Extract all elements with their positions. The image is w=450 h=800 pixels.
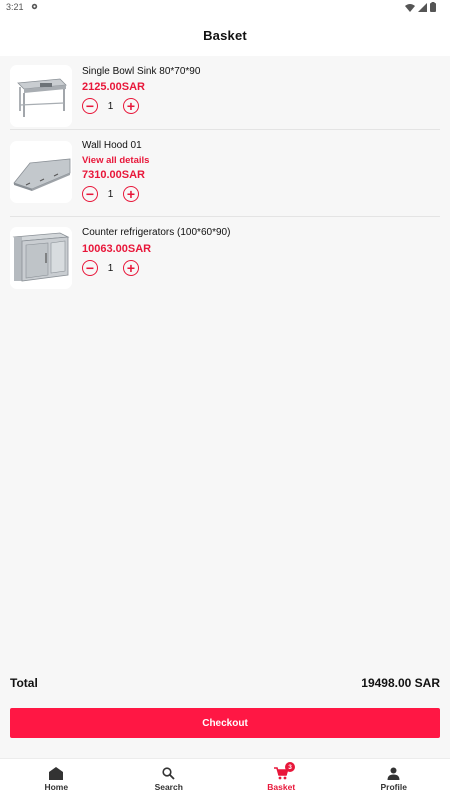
increase-quantity-button[interactable]: +	[123, 98, 139, 114]
page-title: Basket	[203, 27, 247, 43]
plus-icon: +	[126, 259, 136, 276]
increase-quantity-button[interactable]: +	[123, 260, 139, 276]
gear-icon	[30, 2, 39, 13]
nav-profile-label: Profile	[380, 782, 407, 792]
nav-basket[interactable]: 3 Basket	[225, 759, 338, 800]
total-summary: Total 19498.00 SAR	[10, 676, 440, 690]
minus-icon: −	[85, 97, 95, 114]
status-icons	[405, 2, 436, 12]
basket-item[interactable]: Wall Hood 01 View all details 7310.00SAR…	[10, 130, 440, 217]
product-image-counter-refrigerator[interactable]	[10, 227, 72, 289]
nav-search[interactable]: Search	[113, 759, 226, 800]
item-name: Wall Hood 01	[82, 140, 142, 151]
person-icon	[387, 767, 400, 780]
checkout-button[interactable]: Checkout	[10, 708, 440, 738]
signal-icon	[418, 2, 427, 12]
quantity-value: 1	[107, 262, 114, 274]
quantity-stepper: − 1 +	[82, 260, 139, 276]
decrease-quantity-button[interactable]: −	[82, 260, 98, 276]
wifi-icon	[405, 3, 415, 12]
item-price: 7310.00SAR	[82, 169, 145, 181]
plus-icon: +	[126, 185, 136, 202]
basket-item[interactable]: Single Bowl Sink 80*70*90 2125.00SAR − 1…	[10, 56, 440, 130]
item-name: Single Bowl Sink 80*70*90	[82, 66, 201, 77]
basket-item[interactable]: Counter refrigerators (100*60*90) 10063.…	[10, 217, 440, 297]
item-name: Counter refrigerators (100*60*90)	[82, 227, 231, 238]
quantity-value: 1	[107, 188, 114, 200]
nav-profile[interactable]: Profile	[338, 759, 450, 800]
total-value: 19498.00 SAR	[361, 676, 440, 690]
battery-icon	[430, 2, 436, 12]
product-image-wall-hood[interactable]	[10, 141, 72, 203]
bottom-navigation: Home Search 3 Basket Profile	[0, 758, 450, 800]
nav-home[interactable]: Home	[0, 759, 113, 800]
total-label: Total	[10, 676, 38, 690]
minus-icon: −	[85, 185, 95, 202]
decrease-quantity-button[interactable]: −	[82, 98, 98, 114]
status-time: 3:21	[6, 2, 24, 12]
quantity-stepper: − 1 +	[82, 98, 139, 114]
status-bar: 3:21	[0, 0, 450, 14]
plus-icon: +	[126, 97, 136, 114]
home-icon	[49, 767, 64, 780]
minus-icon: −	[85, 259, 95, 276]
nav-search-label: Search	[154, 782, 183, 792]
view-details-link[interactable]: View all details	[82, 155, 149, 166]
item-price: 2125.00SAR	[82, 81, 145, 93]
increase-quantity-button[interactable]: +	[123, 186, 139, 202]
product-image-sink[interactable]	[10, 65, 72, 127]
quantity-stepper: − 1 +	[82, 186, 139, 202]
search-icon	[162, 767, 175, 780]
quantity-value: 1	[107, 100, 114, 112]
nav-home-label: Home	[44, 782, 69, 792]
basket-count-badge: 3	[285, 762, 295, 772]
nav-basket-label: Basket	[267, 782, 296, 792]
item-price: 10063.00SAR	[82, 243, 152, 255]
decrease-quantity-button[interactable]: −	[82, 186, 98, 202]
basket-list: Single Bowl Sink 80*70*90 2125.00SAR − 1…	[0, 56, 450, 297]
app-bar: Basket	[0, 14, 450, 56]
